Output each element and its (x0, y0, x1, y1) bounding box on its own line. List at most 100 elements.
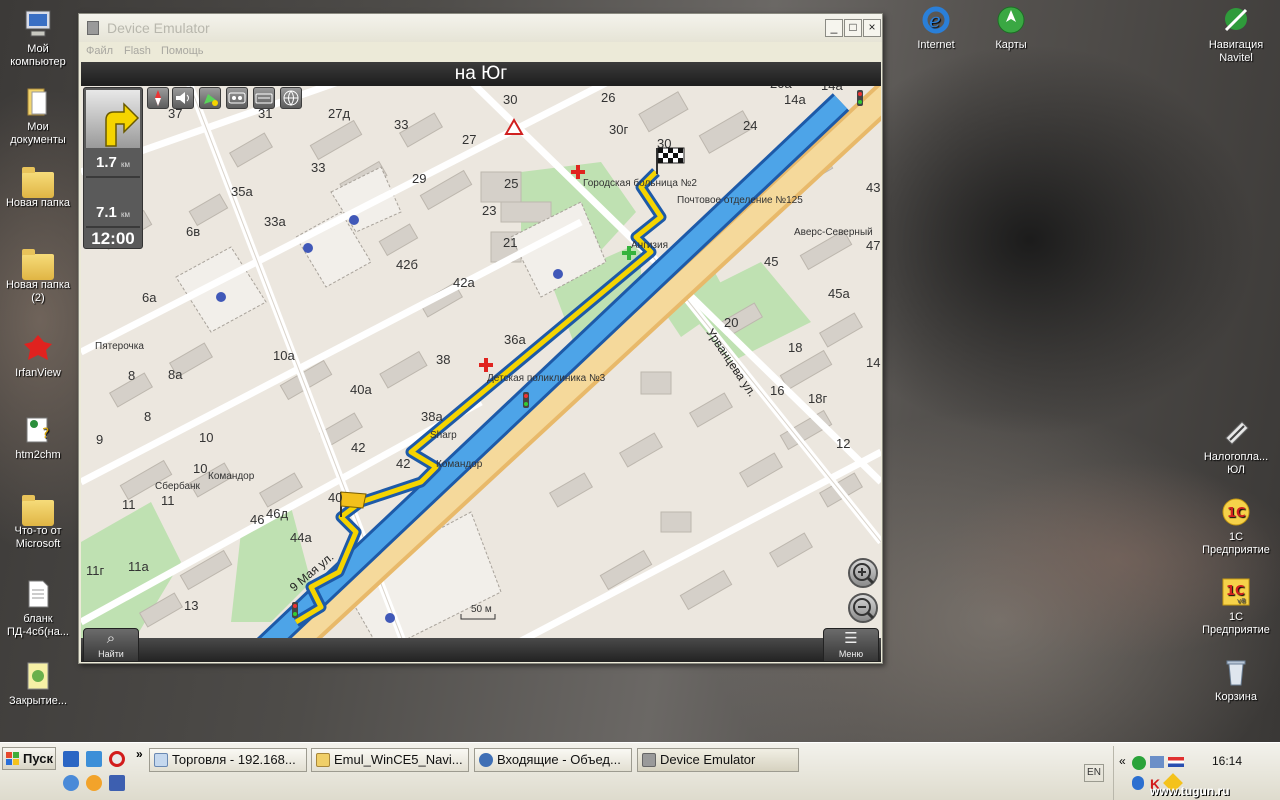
house-number: 33 (311, 160, 325, 175)
poi-pyaterochka: Пятерочка (95, 341, 144, 352)
menu-flash[interactable]: Flash (124, 45, 151, 57)
task-torgovlya[interactable]: Торговля - 192.168... (149, 748, 307, 772)
arrival-time: 12:00 (91, 229, 135, 248)
emulator-titlebar[interactable]: Device Emulator _ □ × (79, 14, 882, 42)
save-quicklaunch-icon[interactable] (109, 775, 125, 791)
house-number: 43 (866, 180, 880, 195)
desktop-icon-htm2chm[interactable]: ? htm2chm (0, 414, 76, 462)
desktop-icon-closing[interactable]: Закрытие... (0, 660, 76, 708)
volume-icon[interactable] (172, 87, 194, 109)
desktop-icon-navitel[interactable]: Навигация Navitel (1198, 4, 1274, 65)
keyboard-icon[interactable] (253, 87, 275, 109)
desktop-icon-blank-pd4[interactable]: бланк ПД-4сб(на... (0, 578, 76, 639)
close-button[interactable]: × (863, 19, 881, 37)
explorer-quicklaunch-icon[interactable] (86, 751, 102, 767)
house-number: 23 (482, 203, 496, 218)
1c-icon: 1С (1220, 496, 1252, 528)
zoom-in-button[interactable] (848, 558, 878, 588)
emulator-app-icon (87, 21, 99, 35)
house-number: 45а (828, 286, 850, 301)
globe-icon[interactable] (280, 87, 302, 109)
tax-icon (1220, 416, 1252, 448)
next-turn-distance-unit: км (121, 160, 131, 169)
house-number: 14а (784, 92, 806, 107)
house-number: 10 (193, 461, 207, 476)
htm2chm-icon: ? (22, 414, 54, 446)
opera-quicklaunch-icon[interactable] (109, 751, 125, 767)
desktop-icon-internet[interactable]: e Internet (898, 4, 974, 52)
language-indicator[interactable]: EN (1084, 764, 1104, 782)
tray-expand-button[interactable]: « (1119, 754, 1126, 768)
desktop-icon-new-folder[interactable]: Новая папка (0, 167, 76, 210)
desktop-icon-my-computer[interactable]: Мой компьютер (0, 8, 76, 69)
poi-hospital-2: Городская больница №2 (583, 177, 697, 189)
1c-v8-icon: 1С v8 (1220, 576, 1252, 608)
street-header: на Юг (81, 62, 881, 86)
menu-file[interactable]: Файл (86, 45, 113, 57)
house-number: 38а (421, 409, 443, 424)
turn-info-panel[interactable]: 1.7 км 7.1 км 12:00 (83, 87, 143, 249)
task-inbox[interactable]: Входящие - Объед... (474, 748, 632, 772)
house-number: 45 (764, 254, 778, 269)
desktop-icon-quicklaunch[interactable] (63, 751, 79, 767)
desktop-icon-1c[interactable]: 1С 1С Предприятие (1198, 496, 1274, 557)
windows-logo-icon (6, 752, 19, 765)
minimize-button[interactable]: _ (825, 19, 843, 37)
menu-softkey[interactable]: ☰ Меню (823, 628, 879, 662)
task-device-emulator-label: Device Emulator (660, 752, 756, 767)
desktop-icon-my-documents[interactable]: Мои документы (0, 86, 76, 147)
house-number: 11г (86, 563, 104, 578)
house-number: 21 (503, 235, 517, 250)
house-number: 9 (96, 432, 103, 447)
desktop-icon-microsoft-folder[interactable]: Что-то от Microsoft (0, 495, 76, 551)
task-emul-wince5[interactable]: Emul_WinCE5_Navi... (311, 748, 469, 772)
navigator-screen: 50 м Урванцева ул. 9 Мая ул. Городская б… (81, 62, 881, 662)
task-torgovlya-label: Торговля - 192.168... (172, 752, 296, 767)
desktop-icon-recycle-bin[interactable]: Корзина (1198, 656, 1274, 704)
gps-icon[interactable] (199, 87, 221, 109)
network-icon[interactable] (1132, 756, 1146, 770)
navigation-map[interactable]: 50 м Урванцева ул. 9 Мая ул. Городская б… (81, 62, 881, 662)
house-number: 8а (168, 367, 183, 382)
start-button[interactable]: Пуск (2, 747, 56, 770)
task-emul-wince5-label: Emul_WinCE5_Navi... (334, 752, 463, 767)
mail-quicklaunch-icon[interactable] (86, 775, 102, 791)
house-number: 24 (743, 118, 757, 133)
menu-help[interactable]: Помощь (161, 45, 204, 57)
house-number: 14 (866, 355, 880, 370)
zoom-out-button[interactable] (848, 593, 878, 623)
search-icon: ⌕ (106, 630, 116, 647)
ie-quicklaunch-icon[interactable] (63, 775, 79, 791)
desktop-icon-new-folder-2[interactable]: Новая папка (2) (0, 249, 76, 305)
maximize-button[interactable]: □ (844, 19, 862, 37)
desktop-icon-maps[interactable]: Карты (973, 4, 1049, 52)
quicklaunch-more-button[interactable]: » (136, 747, 143, 761)
desktop-icon-tax[interactable]: Налогопла... ЮЛ (1198, 416, 1274, 477)
desktop-icon-1c-v8[interactable]: 1С v8 1С Предприятие (1198, 576, 1274, 637)
cassette-icon[interactable] (226, 87, 248, 109)
clock[interactable]: 16:14 (1212, 754, 1242, 768)
desktop-icon-irfanview[interactable]: IrfanView (0, 332, 76, 380)
house-number: 30г (609, 122, 628, 137)
compass-icon[interactable] (147, 87, 169, 109)
mail-icon (479, 753, 493, 767)
house-number: 27д (328, 106, 350, 121)
monitor-icon[interactable] (1150, 756, 1164, 768)
house-number: 11 (122, 497, 136, 512)
house-number: 27 (462, 132, 476, 147)
svg-text:1С: 1С (1227, 506, 1246, 521)
bluetooth-icon[interactable] (1132, 776, 1144, 790)
documents-folder-icon (22, 86, 54, 118)
house-number: 38 (436, 352, 450, 367)
computer-icon (22, 8, 54, 40)
poi-sharp: Sharp (430, 430, 457, 441)
maps-icon (995, 4, 1027, 36)
task-device-emulator[interactable]: Device Emulator (637, 748, 799, 772)
house-number: 35а (231, 184, 253, 199)
house-number: 18г (808, 391, 827, 406)
find-softkey[interactable]: ⌕ Найти (83, 628, 139, 662)
house-number: 42а (453, 275, 475, 290)
svg-text:e: e (929, 8, 941, 32)
house-number: 10 (199, 430, 213, 445)
flag-icon[interactable] (1168, 757, 1184, 767)
